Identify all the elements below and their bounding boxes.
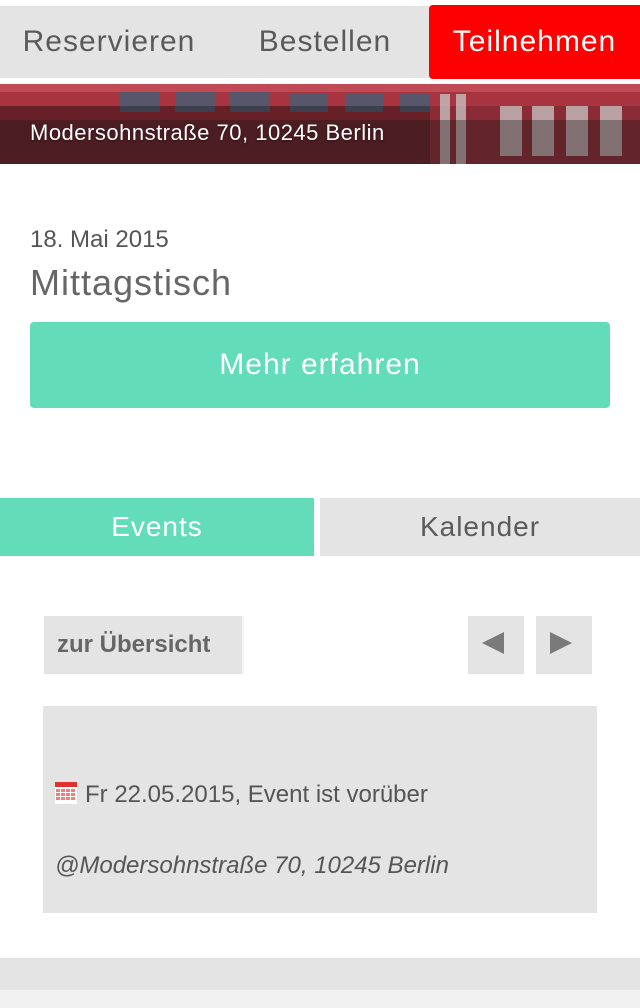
overview-button[interactable]: zur Übersicht <box>44 616 244 674</box>
tab-events[interactable]: Events <box>0 498 314 556</box>
tab-kalender[interactable]: Kalender <box>320 498 640 556</box>
footer-strip <box>0 958 640 990</box>
event-title: Mittagstisch <box>30 262 233 303</box>
event-date: 18. Mai 2015 <box>30 226 169 253</box>
next-button[interactable] <box>536 616 592 674</box>
calendar-icon <box>55 782 77 804</box>
view-tabs: Events Kalender <box>0 498 640 556</box>
triangle-left-icon <box>482 632 504 654</box>
event-when-text: Fr 22.05.2015, Event ist vorüber <box>85 781 428 808</box>
more-info-button[interactable]: Mehr erfahren <box>30 322 610 408</box>
event-when: Fr 22.05.2015, Event ist vorüber <box>55 781 428 809</box>
event-card: Fr 22.05.2015, Event ist vorüber @Moders… <box>43 706 597 913</box>
hero-address: Modersohnstraße 70, 10245 Berlin <box>30 120 385 145</box>
tab-reservieren[interactable]: Reservieren <box>0 6 218 78</box>
tab-bestellen[interactable]: Bestellen <box>228 6 422 78</box>
hero-banner: Modersohnstraße 70, 10245 Berlin <box>0 84 640 164</box>
event-location: @Modersohnstraße 70, 10245 Berlin <box>55 852 449 879</box>
tab-teilnehmen[interactable]: Teilnehmen <box>429 5 640 79</box>
triangle-right-icon <box>550 632 572 654</box>
top-navigation: Reservieren Bestellen Teilnehmen <box>0 0 640 84</box>
footer-bottom <box>0 990 640 1008</box>
previous-button[interactable] <box>468 616 524 674</box>
